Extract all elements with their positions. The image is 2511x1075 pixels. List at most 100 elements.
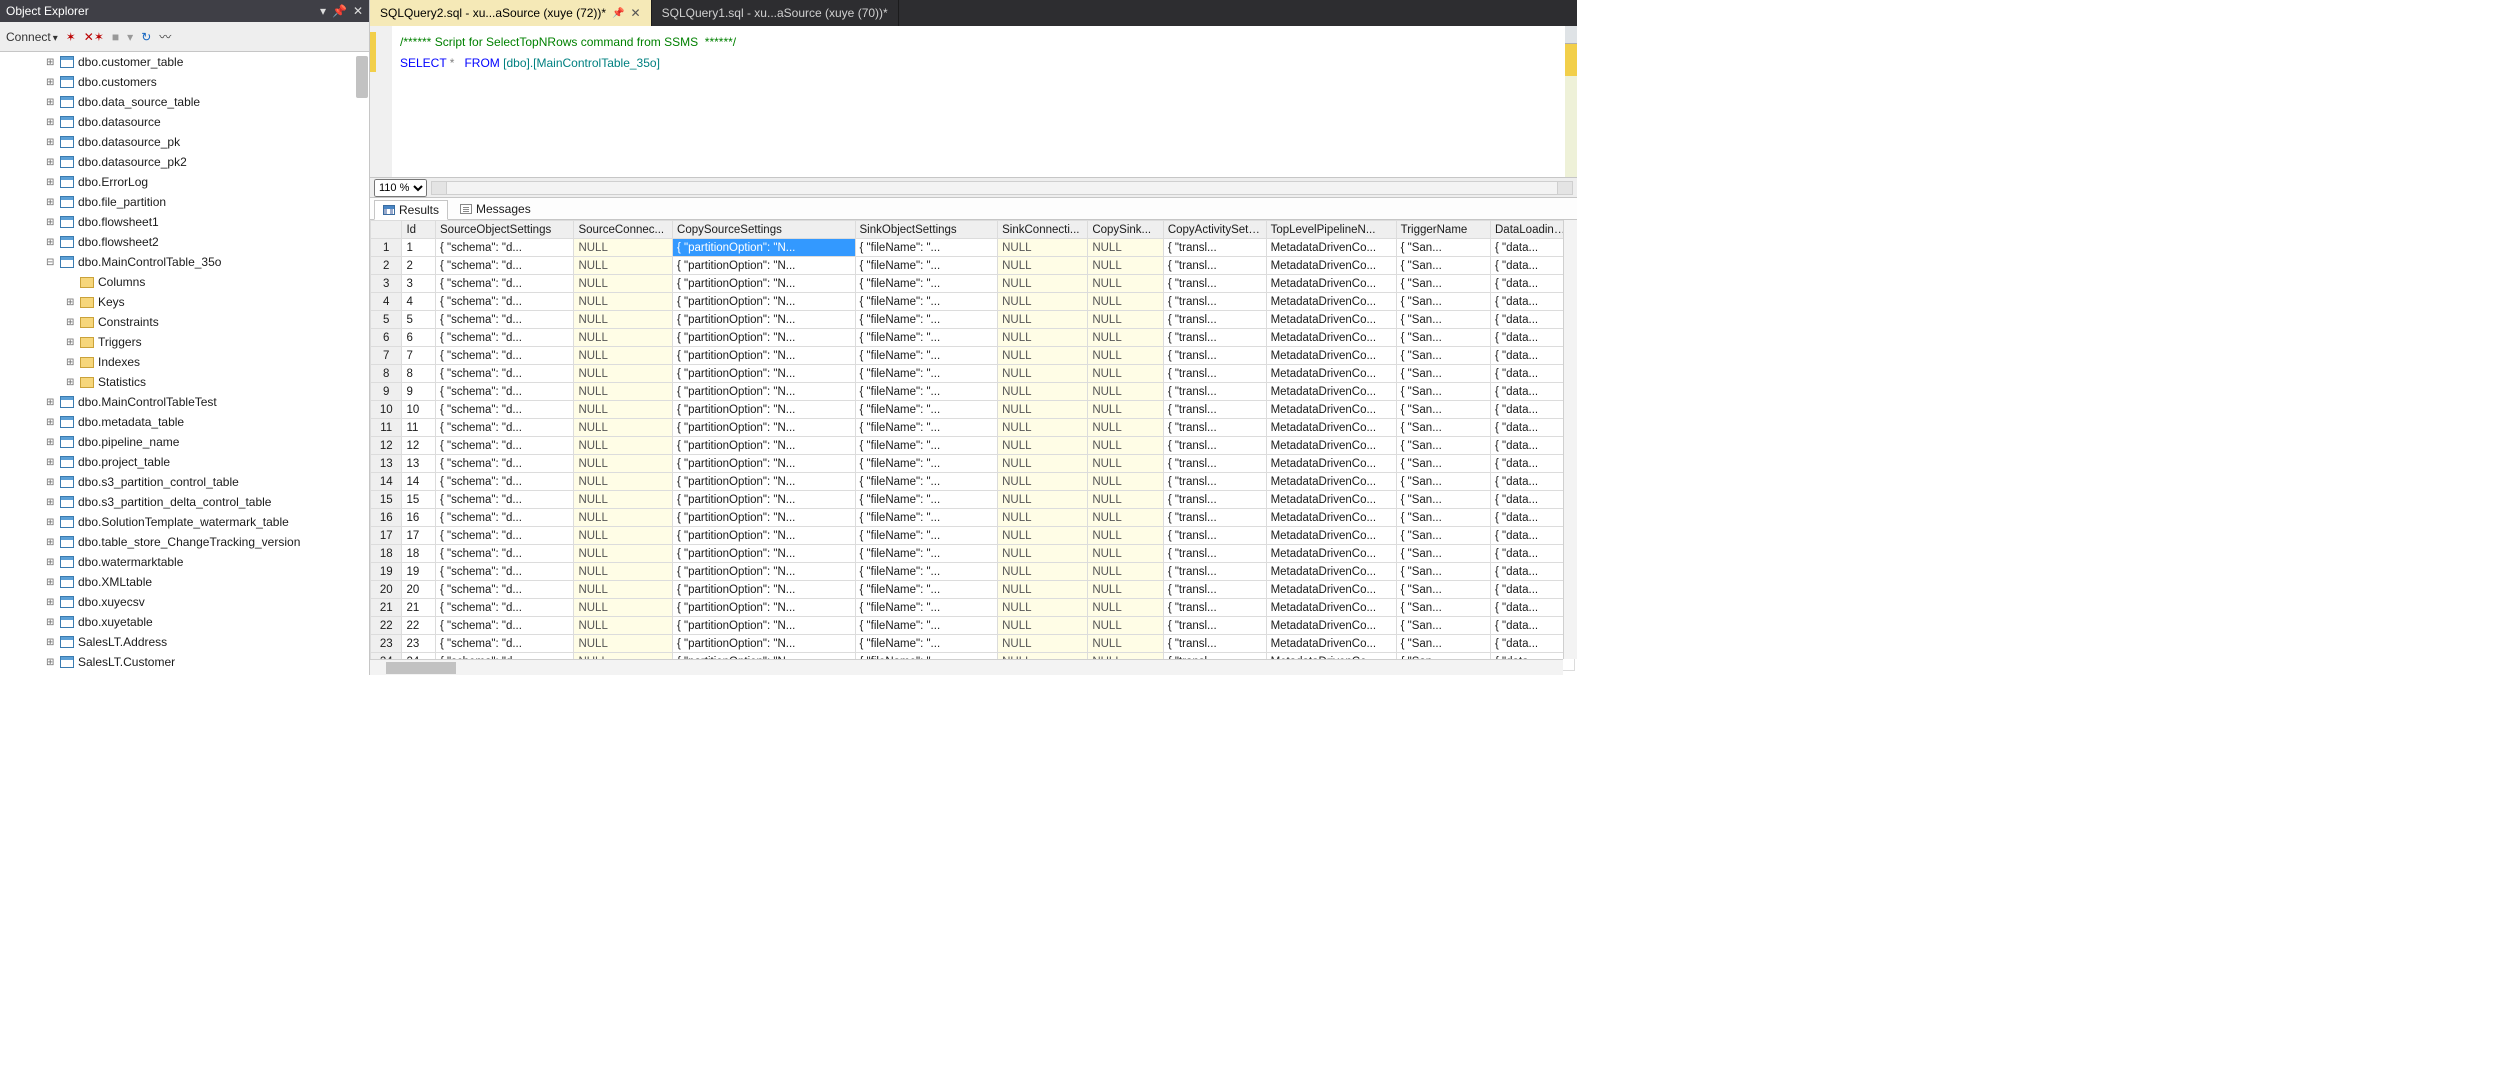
cell[interactable]: { "data... <box>1491 473 1575 491</box>
cell[interactable]: { "data... <box>1491 275 1575 293</box>
cell[interactable]: { "partitionOption": "N... <box>673 329 855 347</box>
activity-icon[interactable]: 〰 <box>159 28 171 45</box>
cell[interactable]: NULL <box>1088 311 1164 329</box>
cell[interactable]: { "transl... <box>1163 419 1266 437</box>
table-row[interactable]: 1818{ "schema": "d...NULL{ "partitionOpt… <box>371 545 1575 563</box>
window-options-icon[interactable]: ▾ <box>320 4 326 18</box>
cell[interactable]: { "schema": "d... <box>436 383 574 401</box>
tree-table-node[interactable]: ⊟dbo.MainControlTable_35o <box>0 252 369 272</box>
cell[interactable]: { "fileName": "... <box>855 491 998 509</box>
cell[interactable]: 4 <box>371 293 402 311</box>
table-row[interactable]: 1919{ "schema": "d...NULL{ "partitionOpt… <box>371 563 1575 581</box>
table-row[interactable]: 55{ "schema": "d...NULL{ "partitionOptio… <box>371 311 1575 329</box>
cell[interactable]: NULL <box>1088 329 1164 347</box>
cell[interactable]: 11 <box>371 419 402 437</box>
pin-icon[interactable]: 📌 <box>612 8 624 19</box>
cell[interactable]: { "partitionOption": "N... <box>673 527 855 545</box>
cell[interactable]: { "partitionOption": "N... <box>673 617 855 635</box>
document-tab[interactable]: SQLQuery2.sql - xu...aSource (xuye (72))… <box>370 0 652 26</box>
zoom-select[interactable]: 110 % <box>374 179 427 197</box>
cell[interactable]: { "data... <box>1491 419 1575 437</box>
cell[interactable]: 22 <box>371 617 402 635</box>
cell[interactable]: { "fileName": "... <box>855 293 998 311</box>
cell[interactable]: { "partitionOption": "N... <box>673 311 855 329</box>
tree-scrollbar-thumb[interactable] <box>356 56 368 98</box>
cell[interactable]: NULL <box>998 239 1088 257</box>
tree-table-node[interactable]: ⊞dbo.table_store_ChangeTracking_version <box>0 532 369 552</box>
expand-icon[interactable]: ⊞ <box>46 217 58 228</box>
cell[interactable]: NULL <box>1088 257 1164 275</box>
tab-messages[interactable]: Messages <box>452 200 539 218</box>
cell[interactable]: { "transl... <box>1163 365 1266 383</box>
cell[interactable]: NULL <box>1088 293 1164 311</box>
cell[interactable]: { "San... <box>1396 617 1490 635</box>
cell[interactable]: { "schema": "d... <box>436 347 574 365</box>
expand-icon[interactable]: ⊞ <box>46 477 58 488</box>
cell[interactable]: MetadataDrivenCo... <box>1266 257 1396 275</box>
cell[interactable]: NULL <box>574 599 673 617</box>
cell[interactable]: { "partitionOption": "N... <box>673 419 855 437</box>
cell[interactable]: { "San... <box>1396 509 1490 527</box>
expand-icon[interactable]: ⊞ <box>46 597 58 608</box>
column-header[interactable]: CopyActivitySetti... <box>1163 221 1266 239</box>
cell[interactable]: { "San... <box>1396 491 1490 509</box>
cell[interactable]: { "transl... <box>1163 599 1266 617</box>
cell[interactable]: { "partitionOption": "N... <box>673 635 855 653</box>
table-row[interactable]: 1717{ "schema": "d...NULL{ "partitionOpt… <box>371 527 1575 545</box>
table-row[interactable]: 11{ "schema": "d...NULL{ "partitionOptio… <box>371 239 1575 257</box>
cell[interactable]: { "schema": "d... <box>436 257 574 275</box>
cell[interactable]: { "data... <box>1491 311 1575 329</box>
cell[interactable]: NULL <box>998 563 1088 581</box>
cell[interactable]: { "San... <box>1396 383 1490 401</box>
cell[interactable]: NULL <box>574 347 673 365</box>
cell[interactable]: MetadataDrivenCo... <box>1266 635 1396 653</box>
cell[interactable]: 7 <box>402 347 436 365</box>
cell[interactable]: 2 <box>371 257 402 275</box>
cell[interactable]: MetadataDrivenCo... <box>1266 293 1396 311</box>
cell[interactable]: { "schema": "d... <box>436 275 574 293</box>
cell[interactable]: { "partitionOption": "N... <box>673 437 855 455</box>
cell[interactable]: 8 <box>402 365 436 383</box>
grid-horizontal-scrollbar[interactable] <box>370 659 1563 675</box>
cell[interactable]: { "fileName": "... <box>855 527 998 545</box>
cell[interactable]: MetadataDrivenCo... <box>1266 401 1396 419</box>
cell[interactable]: { "San... <box>1396 257 1490 275</box>
cell[interactable]: NULL <box>574 527 673 545</box>
cell[interactable]: { "partitionOption": "N... <box>673 455 855 473</box>
cell[interactable]: { "transl... <box>1163 545 1266 563</box>
cell[interactable]: { "transl... <box>1163 581 1266 599</box>
table-row[interactable]: 99{ "schema": "d...NULL{ "partitionOptio… <box>371 383 1575 401</box>
cell[interactable]: NULL <box>998 311 1088 329</box>
cell[interactable]: { "partitionOption": "N... <box>673 365 855 383</box>
cell[interactable]: NULL <box>1088 563 1164 581</box>
cell[interactable]: { "fileName": "... <box>855 473 998 491</box>
cell[interactable]: { "data... <box>1491 491 1575 509</box>
cell[interactable]: NULL <box>998 329 1088 347</box>
cell[interactable]: { "schema": "d... <box>436 473 574 491</box>
cell[interactable]: { "San... <box>1396 527 1490 545</box>
cell[interactable]: { "transl... <box>1163 383 1266 401</box>
cell[interactable]: NULL <box>574 293 673 311</box>
cell[interactable]: { "schema": "d... <box>436 617 574 635</box>
table-row[interactable]: 22{ "schema": "d...NULL{ "partitionOptio… <box>371 257 1575 275</box>
cell[interactable]: MetadataDrivenCo... <box>1266 239 1396 257</box>
cell[interactable]: { "data... <box>1491 383 1575 401</box>
cell[interactable]: 6 <box>371 329 402 347</box>
cell[interactable]: NULL <box>574 239 673 257</box>
cell[interactable]: NULL <box>1088 401 1164 419</box>
expand-icon[interactable]: ⊞ <box>46 577 58 588</box>
cell[interactable]: { "fileName": "... <box>855 329 998 347</box>
expand-icon[interactable]: ⊞ <box>66 337 78 348</box>
cell[interactable]: { "fileName": "... <box>855 509 998 527</box>
cell[interactable]: MetadataDrivenCo... <box>1266 365 1396 383</box>
cell[interactable]: { "fileName": "... <box>855 311 998 329</box>
cell[interactable]: { "transl... <box>1163 329 1266 347</box>
cell[interactable]: { "transl... <box>1163 275 1266 293</box>
cell[interactable]: NULL <box>1088 383 1164 401</box>
cell[interactable]: MetadataDrivenCo... <box>1266 383 1396 401</box>
cell[interactable]: { "schema": "d... <box>436 365 574 383</box>
cell[interactable]: 23 <box>371 635 402 653</box>
table-row[interactable]: 77{ "schema": "d...NULL{ "partitionOptio… <box>371 347 1575 365</box>
cell[interactable]: { "transl... <box>1163 491 1266 509</box>
cell[interactable]: { "partitionOption": "N... <box>673 239 855 257</box>
